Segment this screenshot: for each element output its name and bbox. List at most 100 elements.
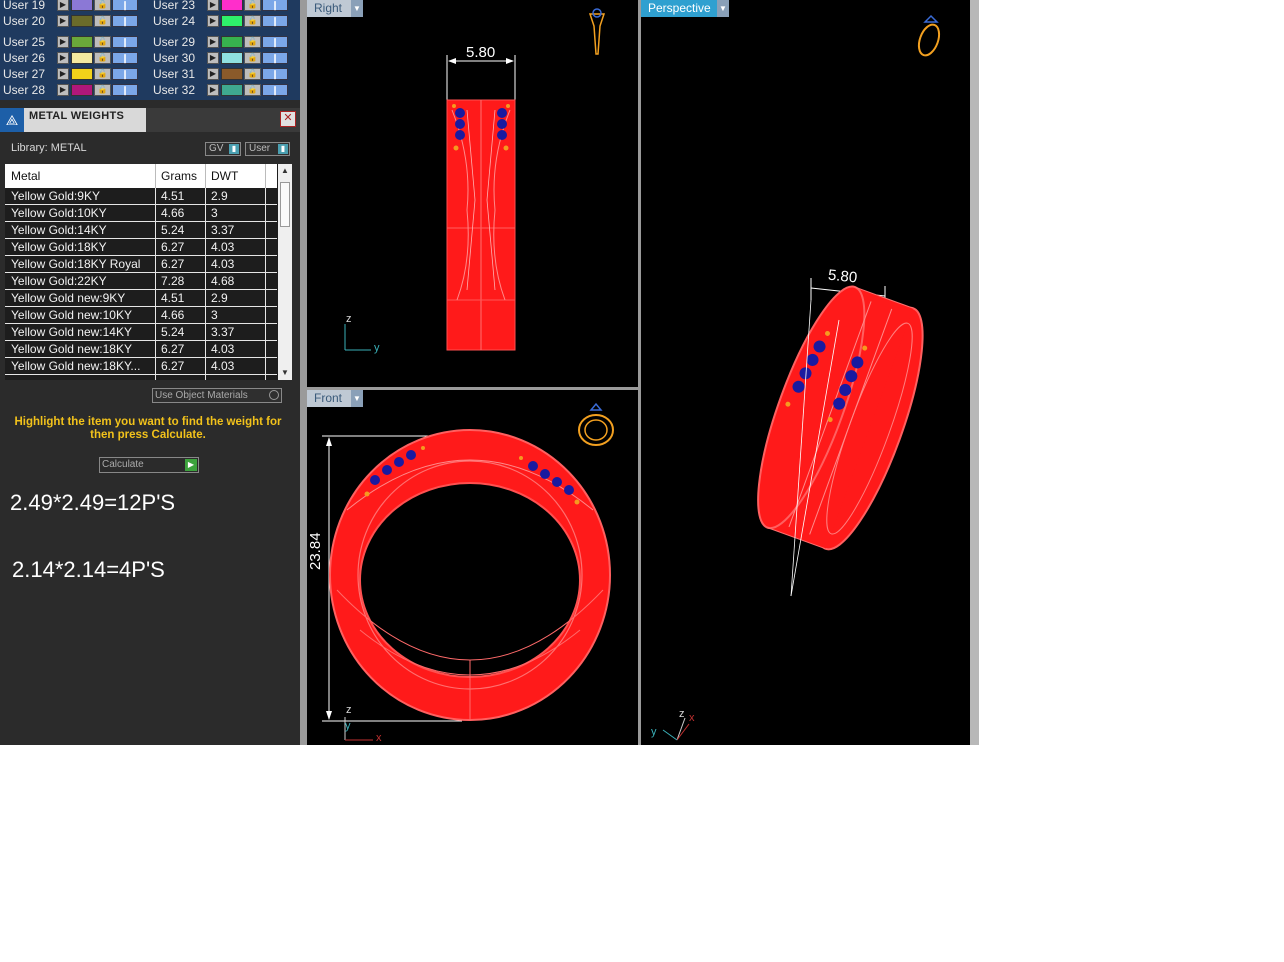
expand-arrow-icon[interactable]: ▶ [57,36,69,48]
visibility-icon[interactable]: ❙ [112,84,138,96]
viewport-right[interactable]: Right ▼ 5.80 z y [307,0,638,387]
visibility-icon[interactable]: ❙ [112,0,138,11]
scroll-up-icon[interactable]: ▲ [278,164,292,178]
panel-splitter[interactable] [300,0,307,745]
layer-color-swatch[interactable] [221,0,243,11]
viewport-label[interactable]: Right ▼ [307,0,363,17]
table-row[interactable]: Yellow Gold new:18KY... 6.27 4.03 [5,358,277,375]
column-divider [265,164,266,188]
table-row[interactable]: Yellow Gold new:10KY 4.66 3 [5,307,277,324]
expand-arrow-icon[interactable]: ▶ [57,15,69,27]
lock-icon[interactable]: 🔓 [244,0,261,11]
layer-row[interactable]: User 31 ▶ 🔓 ❙ [153,67,293,81]
expand-arrow-icon[interactable]: ▶ [207,36,219,48]
layer-color-swatch[interactable] [71,15,93,27]
dropdown-icon[interactable]: ▼ [717,0,729,17]
scroll-thumb[interactable] [280,182,290,227]
user-toggle[interactable]: User ▮ [245,142,290,156]
expand-arrow-icon[interactable]: ▶ [207,0,219,11]
use-object-materials-option[interactable]: Use Object Materials [152,388,282,403]
layer-row[interactable]: User 32 ▶ 🔓 ❙ [153,83,293,97]
table-row[interactable]: Yellow Gold:9KY 4.51 2.9 [5,188,277,205]
visibility-icon[interactable]: ❙ [262,36,288,48]
visibility-icon[interactable]: ❙ [262,84,288,96]
layer-name: User 23 [153,0,196,12]
expand-arrow-icon[interactable]: ▶ [207,52,219,64]
metal-name: Yellow Gold:9KY [11,189,100,203]
lock-icon[interactable]: 🔓 [244,36,261,48]
table-row[interactable]: Yellow Gold:14KY 5.24 3.37 [5,222,277,239]
dropdown-icon[interactable]: ▼ [351,0,363,17]
layer-row[interactable]: User 26 ▶ 🔓 ❙ [3,51,143,65]
table-row[interactable]: Yellow Gold:22KY 7.28 4.68 [5,273,277,290]
visibility-icon[interactable]: ❙ [262,52,288,64]
table-row[interactable]: Yellow Gold:18KY Royal 6.27 4.03 [5,256,277,273]
layer-color-swatch[interactable] [71,84,93,96]
table-row[interactable]: Yellow Gold new:18KY 6.27 4.03 [5,341,277,358]
expand-arrow-icon[interactable]: ▶ [207,84,219,96]
scroll-down-icon[interactable]: ▼ [278,366,292,380]
layer-row[interactable]: User 23 ▶ 🔓 ❙ [153,0,293,12]
layer-color-swatch[interactable] [221,84,243,96]
column-header[interactable]: DWT [211,169,238,183]
visibility-icon[interactable]: ❙ [112,52,138,64]
expand-arrow-icon[interactable]: ▶ [207,68,219,80]
layer-color-swatch[interactable] [71,68,93,80]
layer-color-swatch[interactable] [221,36,243,48]
expand-arrow-icon[interactable]: ▶ [57,52,69,64]
lock-icon[interactable]: 🔓 [94,36,111,48]
lock-icon[interactable]: 🔓 [244,52,261,64]
visibility-icon[interactable]: ❙ [112,68,138,80]
calculate-button[interactable]: Calculate ▶ [99,457,199,473]
layer-row[interactable]: User 30 ▶ 🔓 ❙ [153,51,293,65]
layer-color-swatch[interactable] [71,0,93,11]
layer-row[interactable]: User 27 ▶ 🔓 ❙ [3,67,143,81]
lock-icon[interactable]: 🔓 [94,52,111,64]
visibility-icon[interactable]: ❙ [262,0,288,11]
lock-icon[interactable]: 🔓 [244,84,261,96]
viewport-front[interactable]: Front ▼ 23.84 z x y [307,390,638,745]
dropdown-icon[interactable]: ▼ [351,390,363,407]
table-row[interactable]: Yellow Gold new:9KY 4.51 2.9 [5,290,277,307]
table-row[interactable]: Yellow Gold:18KY 6.27 4.03 [5,239,277,256]
layer-color-swatch[interactable] [71,52,93,64]
lock-icon[interactable]: 🔓 [244,15,261,27]
layer-color-swatch[interactable] [221,15,243,27]
viewport-label[interactable]: Perspective ▼ [641,0,729,17]
expand-arrow-icon[interactable]: ▶ [57,0,69,11]
gv-label: GV [209,143,224,154]
layer-color-swatch[interactable] [71,36,93,48]
column-header[interactable]: Grams [161,169,197,183]
gv-toggle[interactable]: GV ▮ [205,142,241,156]
expand-arrow-icon[interactable]: ▶ [207,15,219,27]
lock-icon[interactable]: 🔓 [94,84,111,96]
visibility-icon[interactable]: ❙ [112,36,138,48]
layer-row[interactable]: User 20 ▶ 🔓 ❙ [3,14,143,28]
lock-icon[interactable]: 🔓 [94,0,111,11]
lock-icon[interactable]: 🔓 [94,15,111,27]
viewport-label[interactable]: Front ▼ [307,390,363,407]
layer-color-swatch[interactable] [221,52,243,64]
visibility-icon[interactable]: ❙ [262,68,288,80]
layer-row[interactable]: User 25 ▶ 🔓 ❙ [3,35,143,49]
expand-arrow-icon[interactable]: ▶ [57,68,69,80]
layer-color-swatch[interactable] [221,68,243,80]
viewport-perspective[interactable]: Perspective ▼ 5.80 z x y [641,0,970,745]
metal-name: Yellow Gold new:18KY... [11,359,141,373]
lock-icon[interactable]: 🔓 [94,68,111,80]
expand-arrow-icon[interactable]: ▶ [57,84,69,96]
layer-row[interactable]: User 24 ▶ 🔓 ❙ [153,14,293,28]
layer-row[interactable]: User 28 ▶ 🔓 ❙ [3,83,143,97]
layer-row[interactable]: User 19 ▶ 🔓 ❙ [3,0,143,12]
lock-icon[interactable]: 🔓 [244,68,261,80]
visibility-icon[interactable]: ❙ [112,15,138,27]
close-icon[interactable]: ✕ [280,111,296,127]
table-row[interactable]: Yellow Gold new:14KY 5.24 3.37 [5,324,277,341]
metal-name: Yellow Gold:10KY [11,206,107,220]
visibility-icon[interactable]: ❙ [262,15,288,27]
table-scrollbar[interactable]: ▲ ▼ [278,164,292,380]
column-header[interactable]: Metal [11,169,40,183]
radio-icon[interactable] [269,390,279,400]
layer-row[interactable]: User 29 ▶ 🔓 ❙ [153,35,293,49]
table-row[interactable]: Yellow Gold:10KY 4.66 3 [5,205,277,222]
